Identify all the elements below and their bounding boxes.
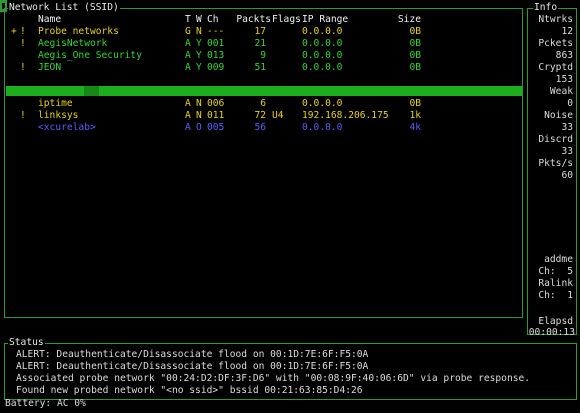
network-ssid: AegisNetwork [38, 38, 108, 49]
status-panel: Status ALERT: Deauthenticate/Disassociat… [4, 337, 577, 400]
network-ssid: JEON [38, 62, 62, 73]
network-ssid: iptime [38, 98, 73, 109]
network-channel: 006 [207, 98, 225, 109]
column-header-flags[interactable]: Flags [272, 14, 301, 26]
info-stat-label: Discrd [538, 134, 573, 145]
network-flags: U4 [272, 110, 284, 121]
network-ip-range: 0.0.0.0 [302, 62, 343, 73]
network-ip-range: 0.0.0.0 [302, 26, 343, 37]
network-list-header: Name T W Ch Packts Flags IP Range Size [11, 14, 421, 26]
info-stat-value: 153 [555, 74, 573, 85]
network-ip-range: 0.0.0.0 [302, 122, 343, 133]
network-wep: Y [196, 62, 202, 73]
info-stat-value: 60 [561, 170, 573, 181]
selected-row-highlight[interactable] [6, 86, 522, 96]
network-packets: 72 [254, 110, 266, 121]
column-header-packets[interactable]: Packts [231, 14, 271, 26]
status-message: ALERT: Deauthenticate/Disassociate flood… [16, 361, 369, 372]
network-wep: Y [196, 38, 202, 49]
info-stat-value: 12 [561, 26, 573, 37]
network-ip-range: 0.0.0.0 [302, 98, 343, 109]
network-ssid: Probe networks [38, 26, 119, 37]
network-type: A [185, 122, 191, 133]
network-channel: 013 [207, 50, 225, 61]
column-header-ip-range[interactable]: IP Range [302, 14, 348, 26]
network-type: A [185, 50, 191, 61]
column-header-type[interactable]: T [185, 14, 191, 26]
row-alert-mark: ! [20, 26, 26, 37]
row-expand-flag: + [11, 26, 17, 37]
info-stat-value: 33 [561, 122, 573, 133]
network-type: A [185, 62, 191, 73]
network-type: A [185, 110, 191, 121]
network-packets: 6 [260, 98, 266, 109]
info-card-line: Ch: 1 [538, 290, 573, 301]
network-size: 1k [409, 110, 421, 121]
network-packets: 21 [254, 38, 266, 49]
network-ssid: linksys [38, 110, 79, 121]
network-channel: --- [207, 26, 225, 37]
info-stat-label: Pkts/s [538, 158, 573, 169]
elapsed-time: 00:00:13 [528, 327, 575, 338]
info-stat-value: 863 [555, 50, 573, 61]
row-alert-mark: ! [20, 110, 26, 121]
network-size: 0B [409, 50, 421, 61]
network-wep: N [196, 98, 202, 109]
column-header-name[interactable]: Name [38, 14, 61, 26]
network-packets: 56 [254, 122, 266, 133]
info-stat-label: Cryptd [538, 62, 573, 73]
network-size: 0B [409, 26, 421, 37]
network-ssid: <xcurelab> [38, 122, 96, 133]
info-stat-label: Ntwrks [538, 14, 573, 25]
network-type: A [185, 38, 191, 49]
info-stat-label: Weak [549, 86, 573, 97]
status-message: ALERT: Deauthenticate/Disassociate flood… [16, 349, 369, 360]
network-wep: O [196, 122, 202, 133]
network-packets: 51 [254, 62, 266, 73]
network-packets: 9 [260, 50, 266, 61]
network-list-panel: Network List (SSID) Name T W Ch Packts F… [4, 2, 523, 318]
network-packets: 17 [254, 26, 266, 37]
network-ip-range: 192.168.206.175 [302, 110, 389, 121]
info-stat-label: Noise [544, 110, 573, 121]
info-title: Info [533, 2, 559, 14]
network-size: 0B [409, 98, 421, 109]
info-stat-value: 0 [567, 98, 573, 109]
info-card-line: Ralink [538, 278, 573, 289]
network-size: 0B [409, 38, 421, 49]
network-channel: 005 [207, 122, 225, 133]
status-message: Associated probe network "00:24:D2:DF:3F… [16, 373, 531, 384]
info-stat-label: Pckets [538, 38, 573, 49]
row-alert-mark: ! [20, 38, 26, 49]
battery-status: Battery: AC 0% [5, 398, 86, 409]
column-header-channel[interactable]: Ch [207, 14, 219, 26]
network-type: G [185, 26, 191, 37]
status-message: Found new probed network "<no ssid>" bss… [16, 385, 363, 396]
network-wep: N [196, 26, 202, 37]
info-card-line: addme [544, 254, 573, 265]
status-title: Status [8, 337, 45, 349]
network-size: 4k [409, 122, 421, 133]
info-panel: Info Ntwrks 12 Pckets 863 Cryptd 153 Weak 0 Nois… [527, 2, 577, 338]
network-wep: N [196, 110, 202, 121]
network-ip-range: 0.0.0.0 [302, 50, 343, 61]
info-card-line: Ch: 5 [538, 266, 573, 277]
selection-cursor [84, 86, 99, 96]
network-type: A [185, 98, 191, 109]
column-header-wep[interactable]: W [196, 14, 202, 26]
network-ssid: Aegis_One Security [38, 50, 142, 61]
row-alert-mark: ! [20, 62, 26, 73]
column-header-size[interactable]: Size [386, 14, 421, 26]
network-list-title: Network List (SSID) [8, 2, 120, 14]
network-wep: Y [196, 50, 202, 61]
network-channel: 009 [207, 62, 225, 73]
network-ip-range: 0.0.0.0 [302, 38, 343, 49]
network-channel: 001 [207, 38, 225, 49]
network-size: 0B [409, 62, 421, 73]
network-channel: 011 [207, 110, 225, 121]
info-stat-value: 33 [561, 146, 573, 157]
